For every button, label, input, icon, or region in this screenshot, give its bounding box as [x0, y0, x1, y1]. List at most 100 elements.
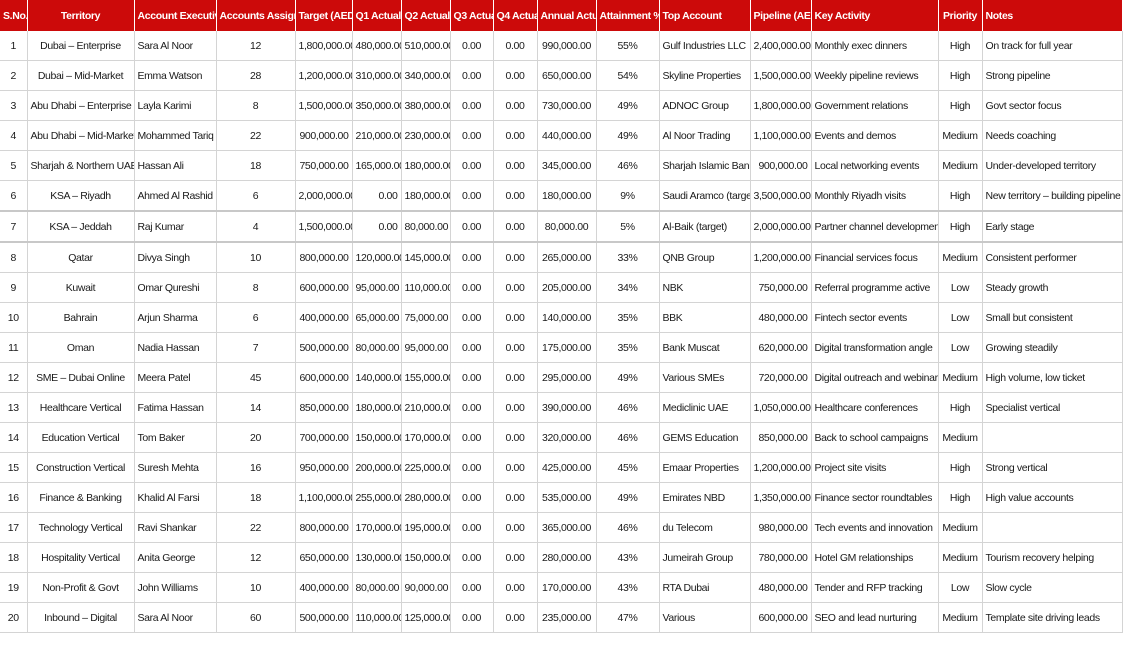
- cell-exec[interactable]: Layla Karimi: [134, 90, 217, 121]
- cell-activity[interactable]: Partner channel development: [811, 211, 939, 243]
- cell-pipeline[interactable]: 750,000.00: [750, 272, 812, 303]
- cell-q4[interactable]: 0.00: [493, 422, 538, 453]
- cell-q1[interactable]: 80,000.00: [352, 572, 402, 603]
- cell-pipeline[interactable]: 900,000.00: [750, 150, 812, 181]
- cell-pipeline[interactable]: 1,100,000.00: [750, 120, 812, 151]
- cell-top[interactable]: Sharjah Islamic Bank: [659, 150, 751, 181]
- cell-top[interactable]: Various: [659, 602, 751, 633]
- cell-annual[interactable]: 205,000.00: [537, 272, 597, 303]
- cell-q3[interactable]: 0.00: [450, 512, 494, 543]
- cell-exec[interactable]: Sara Al Noor: [134, 31, 217, 61]
- cell-annual[interactable]: 425,000.00: [537, 452, 597, 483]
- cell-sno[interactable]: 15: [0, 452, 28, 483]
- cell-attain[interactable]: 43%: [596, 542, 660, 573]
- cell-exec[interactable]: Hassan Ali: [134, 150, 217, 181]
- cell-pipeline[interactable]: 600,000.00: [750, 602, 812, 633]
- cell-sno[interactable]: 16: [0, 482, 28, 513]
- cell-q2[interactable]: 125,000.00: [401, 602, 451, 633]
- table-row[interactable]: 13 Healthcare Vertical Fatima Hassan 14 850,…: [0, 392, 1123, 423]
- cell-sno[interactable]: 7: [0, 211, 28, 243]
- cell-territory[interactable]: KSA – Jeddah: [27, 211, 135, 243]
- cell-priority[interactable]: Medium: [938, 542, 983, 573]
- cell-accounts[interactable]: 4: [216, 211, 296, 243]
- column-header-annual[interactable]: Annual Actual: [537, 0, 597, 31]
- cell-q2[interactable]: 155,000.00: [401, 362, 451, 393]
- cell-notes[interactable]: Needs coaching: [982, 120, 1123, 151]
- cell-accounts[interactable]: 14: [216, 392, 296, 423]
- cell-attain[interactable]: 54%: [596, 60, 660, 91]
- cell-target[interactable]: 800,000.00: [295, 242, 353, 273]
- cell-annual[interactable]: 535,000.00: [537, 482, 597, 513]
- cell-accounts[interactable]: 8: [216, 272, 296, 303]
- cell-target[interactable]: 700,000.00: [295, 422, 353, 453]
- cell-pipeline[interactable]: 480,000.00: [750, 302, 812, 333]
- cell-pipeline[interactable]: 480,000.00: [750, 572, 812, 603]
- cell-top[interactable]: Jumeirah Group: [659, 542, 751, 573]
- cell-annual[interactable]: 140,000.00: [537, 302, 597, 333]
- cell-notes[interactable]: New territory – building pipeline: [982, 180, 1123, 212]
- cell-attain[interactable]: 46%: [596, 422, 660, 453]
- cell-q4[interactable]: 0.00: [493, 452, 538, 483]
- cell-target[interactable]: 600,000.00: [295, 362, 353, 393]
- column-header-priority[interactable]: Priority: [938, 0, 983, 31]
- cell-sno[interactable]: 4: [0, 120, 28, 151]
- cell-q1[interactable]: 200,000.00: [352, 452, 402, 483]
- cell-priority[interactable]: Medium: [938, 602, 983, 633]
- cell-target[interactable]: 400,000.00: [295, 572, 353, 603]
- cell-attain[interactable]: 43%: [596, 572, 660, 603]
- cell-q3[interactable]: 0.00: [450, 180, 494, 212]
- cell-territory[interactable]: Inbound – Digital: [27, 602, 135, 633]
- cell-territory[interactable]: Dubai – Mid-Market: [27, 60, 135, 91]
- cell-q1[interactable]: 210,000.00: [352, 120, 402, 151]
- cell-attain[interactable]: 46%: [596, 150, 660, 181]
- column-header-q1[interactable]: Q1 Actual: [352, 0, 402, 31]
- cell-q3[interactable]: 0.00: [450, 90, 494, 121]
- cell-sno[interactable]: 11: [0, 332, 28, 363]
- cell-notes[interactable]: [982, 512, 1123, 543]
- cell-attain[interactable]: 9%: [596, 180, 660, 212]
- cell-attain[interactable]: 46%: [596, 392, 660, 423]
- cell-sno[interactable]: 10: [0, 302, 28, 333]
- cell-top[interactable]: Mediclinic UAE: [659, 392, 751, 423]
- cell-top[interactable]: Al-Baik (target): [659, 211, 751, 243]
- table-row[interactable]: 9 Kuwait Omar Qureshi 8 600,000.00 95,000.00 1…: [0, 272, 1123, 303]
- cell-priority[interactable]: Medium: [938, 512, 983, 543]
- cell-activity[interactable]: Events and demos: [811, 120, 939, 151]
- cell-q1[interactable]: 95,000.00: [352, 272, 402, 303]
- cell-target[interactable]: 400,000.00: [295, 302, 353, 333]
- table-row[interactable]: 12 SME – Dubai Online Meera Patel 45 600,000…: [0, 362, 1123, 393]
- table-row[interactable]: 10 Bahrain Arjun Sharma 6 400,000.00 65,000.0…: [0, 302, 1123, 333]
- cell-activity[interactable]: Government relations: [811, 90, 939, 121]
- cell-exec[interactable]: Mohammed Tariq: [134, 120, 217, 151]
- cell-annual[interactable]: 170,000.00: [537, 572, 597, 603]
- cell-q2[interactable]: 75,000.00: [401, 302, 451, 333]
- cell-territory[interactable]: Hospitality Vertical: [27, 542, 135, 573]
- cell-pipeline[interactable]: 1,200,000.00: [750, 242, 812, 273]
- cell-target[interactable]: 1,500,000.00: [295, 90, 353, 121]
- cell-exec[interactable]: Suresh Mehta: [134, 452, 217, 483]
- cell-q3[interactable]: 0.00: [450, 120, 494, 151]
- cell-top[interactable]: Emirates NBD: [659, 482, 751, 513]
- cell-priority[interactable]: High: [938, 211, 983, 243]
- cell-notes[interactable]: On track for full year: [982, 31, 1123, 61]
- cell-priority[interactable]: Medium: [938, 242, 983, 273]
- cell-annual[interactable]: 295,000.00: [537, 362, 597, 393]
- cell-target[interactable]: 650,000.00: [295, 542, 353, 573]
- cell-accounts[interactable]: 28: [216, 60, 296, 91]
- cell-target[interactable]: 600,000.00: [295, 272, 353, 303]
- cell-q4[interactable]: 0.00: [493, 542, 538, 573]
- cell-q3[interactable]: 0.00: [450, 272, 494, 303]
- cell-priority[interactable]: Medium: [938, 150, 983, 181]
- cell-top[interactable]: NBK: [659, 272, 751, 303]
- cell-sno[interactable]: 17: [0, 512, 28, 543]
- cell-annual[interactable]: 365,000.00: [537, 512, 597, 543]
- cell-territory[interactable]: Dubai – Enterprise: [27, 31, 135, 61]
- cell-accounts[interactable]: 60: [216, 602, 296, 633]
- cell-priority[interactable]: Low: [938, 302, 983, 333]
- cell-q3[interactable]: 0.00: [450, 242, 494, 273]
- cell-activity[interactable]: Digital transformation angle: [811, 332, 939, 363]
- cell-q1[interactable]: 110,000.00: [352, 602, 402, 633]
- cell-q4[interactable]: 0.00: [493, 332, 538, 363]
- cell-pipeline[interactable]: 980,000.00: [750, 512, 812, 543]
- table-row[interactable]: 6 KSA – Riyadh Ahmed Al Rashid 6 2,000,000.0…: [0, 180, 1123, 212]
